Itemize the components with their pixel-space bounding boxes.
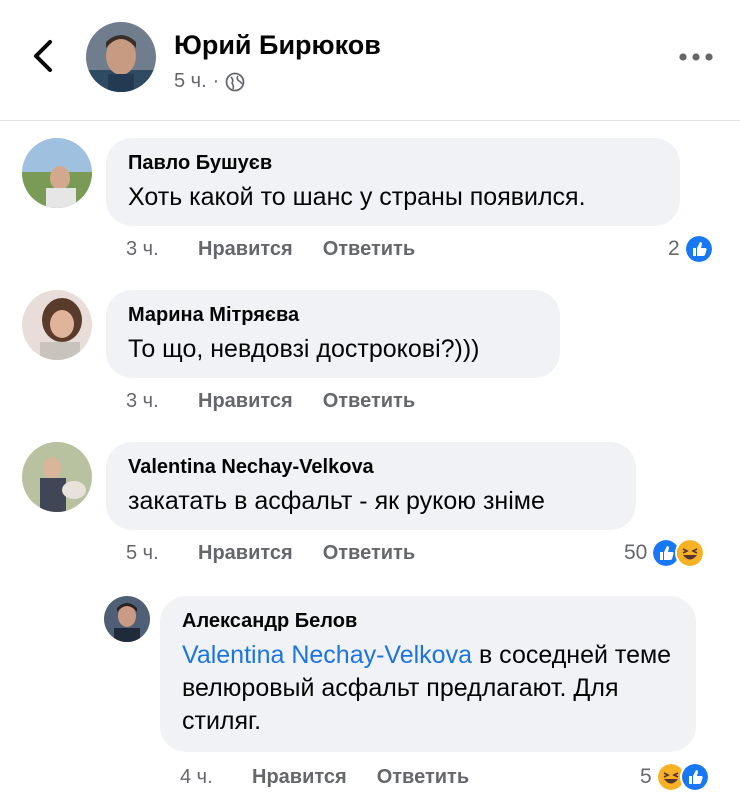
- like-button[interactable]: Нравится: [198, 238, 293, 261]
- reactions-summary[interactable]: 2: [668, 234, 714, 264]
- reactions-count: 5: [640, 765, 652, 788]
- commenter-avatar[interactable]: [22, 290, 92, 360]
- post-author-name[interactable]: Юрий Бирюков: [174, 30, 381, 61]
- more-horizontal-icon[interactable]: [678, 52, 714, 62]
- comment-time[interactable]: 3 ч.: [126, 390, 198, 413]
- post-meta: 5 ч. ·: [174, 70, 245, 93]
- reply-button[interactable]: Ответить: [323, 238, 415, 261]
- comment-text: закатать в асфальт - як рукою зніме: [128, 487, 545, 515]
- comment-bubble: Александр Белов Valentina Nechay-Velkova…: [160, 596, 696, 752]
- reactions-summary[interactable]: 50: [624, 538, 706, 568]
- comment-actions: 3 ч. Нравится Ответить: [126, 390, 415, 413]
- like-button[interactable]: Нравится: [252, 766, 347, 789]
- comment-time[interactable]: 5 ч.: [126, 542, 198, 565]
- comment-actions: 5 ч. Нравится Ответить: [126, 542, 415, 565]
- commenter-avatar[interactable]: [22, 138, 92, 208]
- post-time[interactable]: 5 ч.: [174, 70, 207, 93]
- comment-author[interactable]: Марина Мітряєва: [128, 304, 538, 327]
- chevron-left-icon[interactable]: [26, 36, 62, 76]
- comment-author[interactable]: Павло Бушуєв: [128, 152, 658, 175]
- separator-dot: ·: [212, 70, 220, 92]
- comment-bubble: Valentina Nechay-Velkova закатать в асфа…: [106, 442, 636, 530]
- comment-text: Хоть какой то шанс у страны появился.: [128, 183, 586, 211]
- comment-text: То що, невдовзі дострокові?))): [128, 335, 480, 363]
- comment-actions: 3 ч. Нравится Ответить: [126, 238, 415, 261]
- reply-button[interactable]: Ответить: [323, 542, 415, 565]
- comment-time[interactable]: 4 ч.: [180, 766, 252, 789]
- comment-author[interactable]: Александр Белов: [182, 610, 674, 633]
- comment-bubble: Марина Мітряєва То що, невдовзі достроко…: [106, 290, 560, 378]
- post-author-avatar[interactable]: [86, 22, 156, 92]
- post-header: Юрий Бирюков 5 ч. ·: [0, 0, 740, 121]
- like-reaction-icon: [683, 234, 714, 264]
- reply-button[interactable]: Ответить: [377, 766, 469, 789]
- comment-bubble: Павло Бушуєв Хоть какой то шанс у страны…: [106, 138, 680, 226]
- comment-author[interactable]: Valentina Nechay-Velkova: [128, 456, 614, 479]
- reactions-summary[interactable]: 5: [640, 762, 710, 792]
- commenter-avatar[interactable]: [22, 442, 92, 512]
- like-reaction-icon: [679, 762, 710, 792]
- reactions-count: 2: [668, 237, 680, 260]
- comment-text: Valentina Nechay-Velkova в соседней теме…: [182, 639, 674, 738]
- reactions-count: 50: [624, 541, 648, 564]
- globe-icon: [225, 72, 245, 91]
- commenter-avatar[interactable]: [104, 596, 150, 642]
- haha-reaction-icon: [675, 538, 706, 568]
- like-button[interactable]: Нравится: [198, 390, 293, 413]
- comment-actions: 4 ч. Нравится Ответить: [180, 766, 469, 789]
- like-button[interactable]: Нравится: [198, 542, 293, 565]
- reply-button[interactable]: Ответить: [323, 390, 415, 413]
- comment-time[interactable]: 3 ч.: [126, 238, 198, 261]
- mention-link[interactable]: Valentina Nechay-Velkova: [182, 641, 472, 669]
